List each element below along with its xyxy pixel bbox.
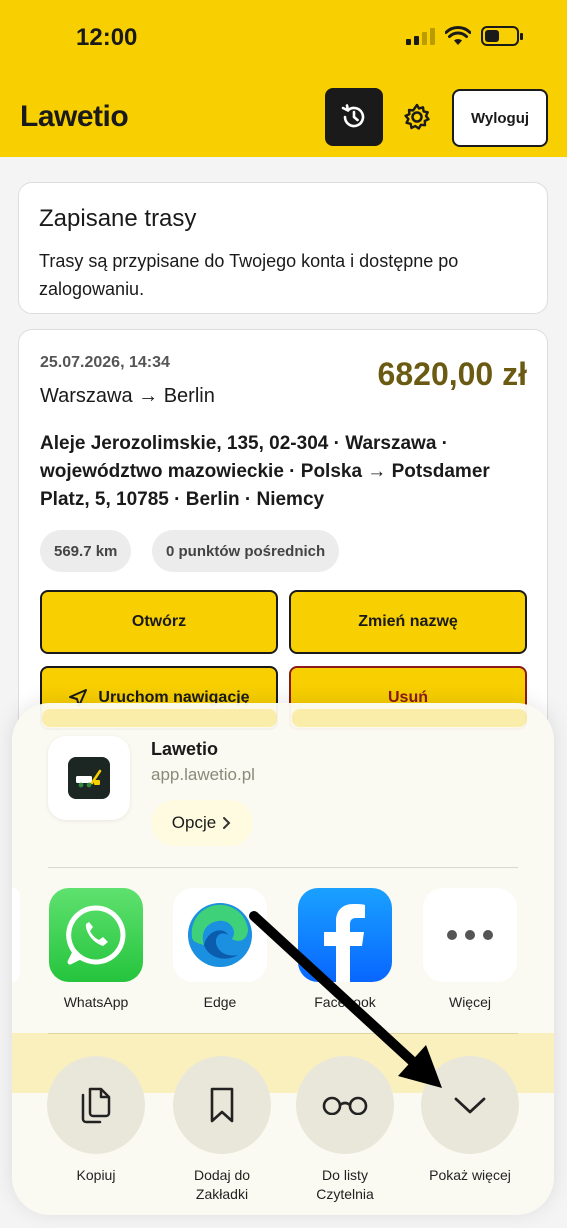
share-url: app.lawetio.pl <box>151 765 255 784</box>
app-icon <box>48 736 130 820</box>
more-icon <box>423 888 517 982</box>
open-button[interactable]: Otwórz <box>40 590 278 654</box>
action-label: Pokaż więcej <box>429 1167 511 1183</box>
saved-routes-card: Zapisane trasy Trasy są przypisane do Tw… <box>18 182 548 314</box>
history-button[interactable] <box>325 88 383 146</box>
facebook-icon <box>298 888 392 982</box>
bookmark-icon <box>173 1056 271 1154</box>
app-header: 12:00 Lawetio Wyloguj <box>0 0 567 157</box>
copy-action[interactable]: Kopiuj <box>47 1056 145 1185</box>
action-label: Do listy Czytelnia <box>316 1167 374 1202</box>
share-edge[interactable]: Edge <box>173 888 267 1010</box>
share-facebook[interactable]: Facebook <box>298 888 392 1010</box>
share-app-title: Lawetio <box>151 739 219 759</box>
rename-button-label: Zmień nazwę <box>358 613 458 630</box>
history-icon <box>341 104 365 128</box>
copy-icon <box>47 1056 145 1154</box>
open-button-label: Otwórz <box>131 613 187 630</box>
chevron-right-icon <box>223 817 231 829</box>
route-summary: Warszawa → Berlin <box>40 385 215 407</box>
waypoints-badge: 0 punktów pośrednich <box>152 530 340 572</box>
distance-badge: 569.7 km <box>40 530 132 572</box>
sheet-background-hint <box>292 709 527 727</box>
route-address: Aleje Jerozolimskie, 135, 02-304 · Warsz… <box>40 433 490 510</box>
action-label: Dodaj do Zakładki <box>193 1167 251 1202</box>
status-icons <box>406 26 523 46</box>
route-date: 25.07.2026, 14:34 <box>40 354 170 371</box>
share-whatsapp[interactable]: WhatsApp <box>49 888 143 1010</box>
route-price: 6820,00 zł <box>377 356 527 392</box>
route-card: 25.07.2026, 14:34 Warszawa → Berlin 6820… <box>18 329 548 749</box>
share-app-label: Edge <box>203 994 237 1010</box>
gear-icon <box>404 103 430 130</box>
rename-button[interactable]: Zmień nazwę <box>289 590 527 654</box>
settings-button[interactable] <box>399 99 435 135</box>
wifi-icon <box>445 26 471 45</box>
section-description: Trasy są przypisane do Twojego konta i d… <box>39 251 459 299</box>
sheet-background-hint <box>42 709 277 727</box>
share-sheet: Lawetio app.lawetio.pl Opcje WhatsApp Ed… <box>12 703 554 1215</box>
edge-icon <box>173 888 267 982</box>
share-app-label: Więcej <box>448 994 491 1010</box>
share-app-label: Facebook <box>314 994 376 1010</box>
share-more[interactable]: Więcej <box>423 888 517 1010</box>
share-target-partial[interactable] <box>12 888 20 982</box>
status-time: 12:00 <box>76 24 138 51</box>
brand-logo: Lawetio <box>20 100 129 133</box>
logout-button[interactable]: Wyloguj <box>452 89 548 147</box>
tow-truck-icon <box>68 757 110 799</box>
section-title: Zapisane trasy <box>39 205 197 232</box>
cellular-signal-icon <box>406 27 435 45</box>
share-app-label: WhatsApp <box>63 994 129 1010</box>
chevron-down-icon <box>421 1056 519 1154</box>
show-more-action[interactable]: Pokaż więcej <box>410 1056 530 1185</box>
options-button[interactable]: Opcje <box>151 800 253 846</box>
whatsapp-icon <box>49 888 143 982</box>
reading-list-icon <box>296 1056 394 1154</box>
reading-list-action[interactable]: Do listy Czytelnia <box>296 1056 394 1204</box>
divider <box>48 867 518 868</box>
action-label: Kopiuj <box>76 1167 116 1183</box>
options-label: Opcje <box>171 813 217 832</box>
battery-icon <box>481 26 523 46</box>
bookmark-action[interactable]: Dodaj do Zakładki <box>172 1056 272 1204</box>
